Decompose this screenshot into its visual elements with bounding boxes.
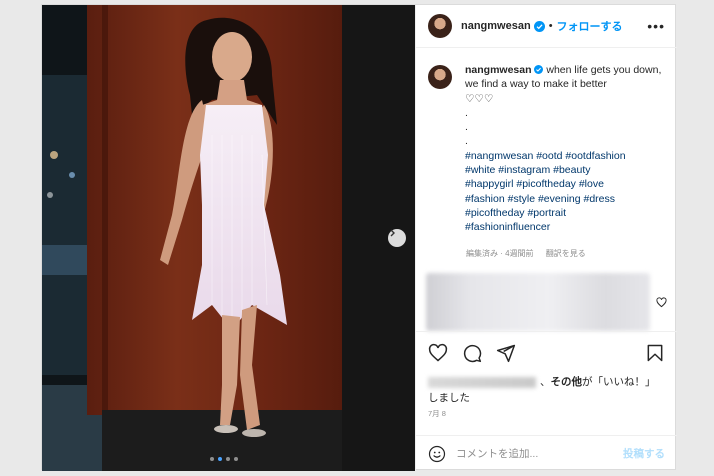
- separator: •: [548, 20, 553, 32]
- hashtag-line[interactable]: #happygirl #picoftheday #love: [465, 178, 604, 190]
- hashtag-line[interactable]: #fashioninfluencer: [465, 221, 550, 233]
- caption-meta: 編集済み · 4週間前 翻訳を見る: [466, 248, 596, 259]
- carousel-dot: [226, 457, 230, 461]
- avatar[interactable]: [428, 65, 452, 89]
- blurred-liker: [428, 376, 536, 388]
- edited-timestamp: 編集済み · 4週間前: [466, 249, 534, 258]
- follow-button[interactable]: フォローする: [557, 18, 623, 34]
- hashtag-line[interactable]: #picoftheday #portrait: [465, 207, 566, 219]
- carousel-next-button[interactable]: [388, 229, 406, 247]
- post-side-panel: nangmwesan • フォローする ••• nangmwesan when …: [415, 5, 677, 471]
- carousel-indicator: [210, 457, 238, 461]
- caption: nangmwesan when life gets you down, we f…: [428, 63, 667, 235]
- photo-illustration: [42, 5, 415, 471]
- comment-form: コメントを追加... 投稿する: [416, 435, 677, 471]
- more-options-button[interactable]: •••: [647, 18, 665, 34]
- likes-separator: 、: [540, 376, 551, 388]
- post-header: nangmwesan • フォローする •••: [416, 5, 677, 48]
- others-link[interactable]: その他: [551, 376, 583, 388]
- comment-item: [426, 273, 667, 331]
- caption-username[interactable]: nangmwesan: [465, 64, 532, 76]
- see-translation-link[interactable]: 翻訳を見る: [546, 249, 586, 258]
- caption-body: nangmwesan when life gets you down, we f…: [465, 63, 667, 235]
- caption-dot: .: [465, 106, 468, 119]
- caption-dot: .: [465, 135, 468, 148]
- hashtag-line[interactable]: #fashion #style #evening #dress: [465, 193, 615, 205]
- post-photo[interactable]: [42, 5, 415, 471]
- post-card: nangmwesan • フォローする ••• nangmwesan when …: [41, 4, 677, 471]
- caption-dot: .: [465, 121, 468, 134]
- blurred-comment: [426, 273, 650, 331]
- likes-text-line2: しました: [428, 392, 470, 404]
- carousel-dot-active: [218, 457, 222, 461]
- username-link[interactable]: nangmwesan: [461, 20, 531, 32]
- share-icon[interactable]: [496, 343, 516, 363]
- likes-text: が「いいね！」: [582, 376, 656, 388]
- verified-badge-icon: [533, 20, 545, 32]
- like-heart-icon[interactable]: [428, 343, 448, 363]
- carousel-dot: [210, 457, 214, 461]
- avatar[interactable]: [428, 14, 452, 38]
- carousel-dot: [234, 457, 238, 461]
- post-comment-button[interactable]: 投稿する: [623, 446, 665, 461]
- hashtag-line[interactable]: #white #instagram #beauty: [465, 164, 591, 176]
- verified-badge-icon: [534, 65, 544, 74]
- caption-hearts: ♡♡♡: [465, 92, 494, 105]
- hashtag-line[interactable]: #nangmwesan #ootd #ootdfashion: [465, 150, 626, 162]
- emoji-icon[interactable]: [428, 445, 446, 463]
- post-date: 7月 8: [428, 409, 446, 418]
- likes-summary: 、その他が「いいね！」 しました: [428, 374, 656, 406]
- comment-input[interactable]: コメントを追加...: [456, 446, 538, 461]
- bookmark-icon[interactable]: [645, 343, 665, 363]
- chevron-right-icon: [390, 229, 395, 237]
- heart-icon[interactable]: [656, 296, 667, 308]
- comment-icon[interactable]: [462, 343, 482, 363]
- action-bar: [416, 331, 677, 373]
